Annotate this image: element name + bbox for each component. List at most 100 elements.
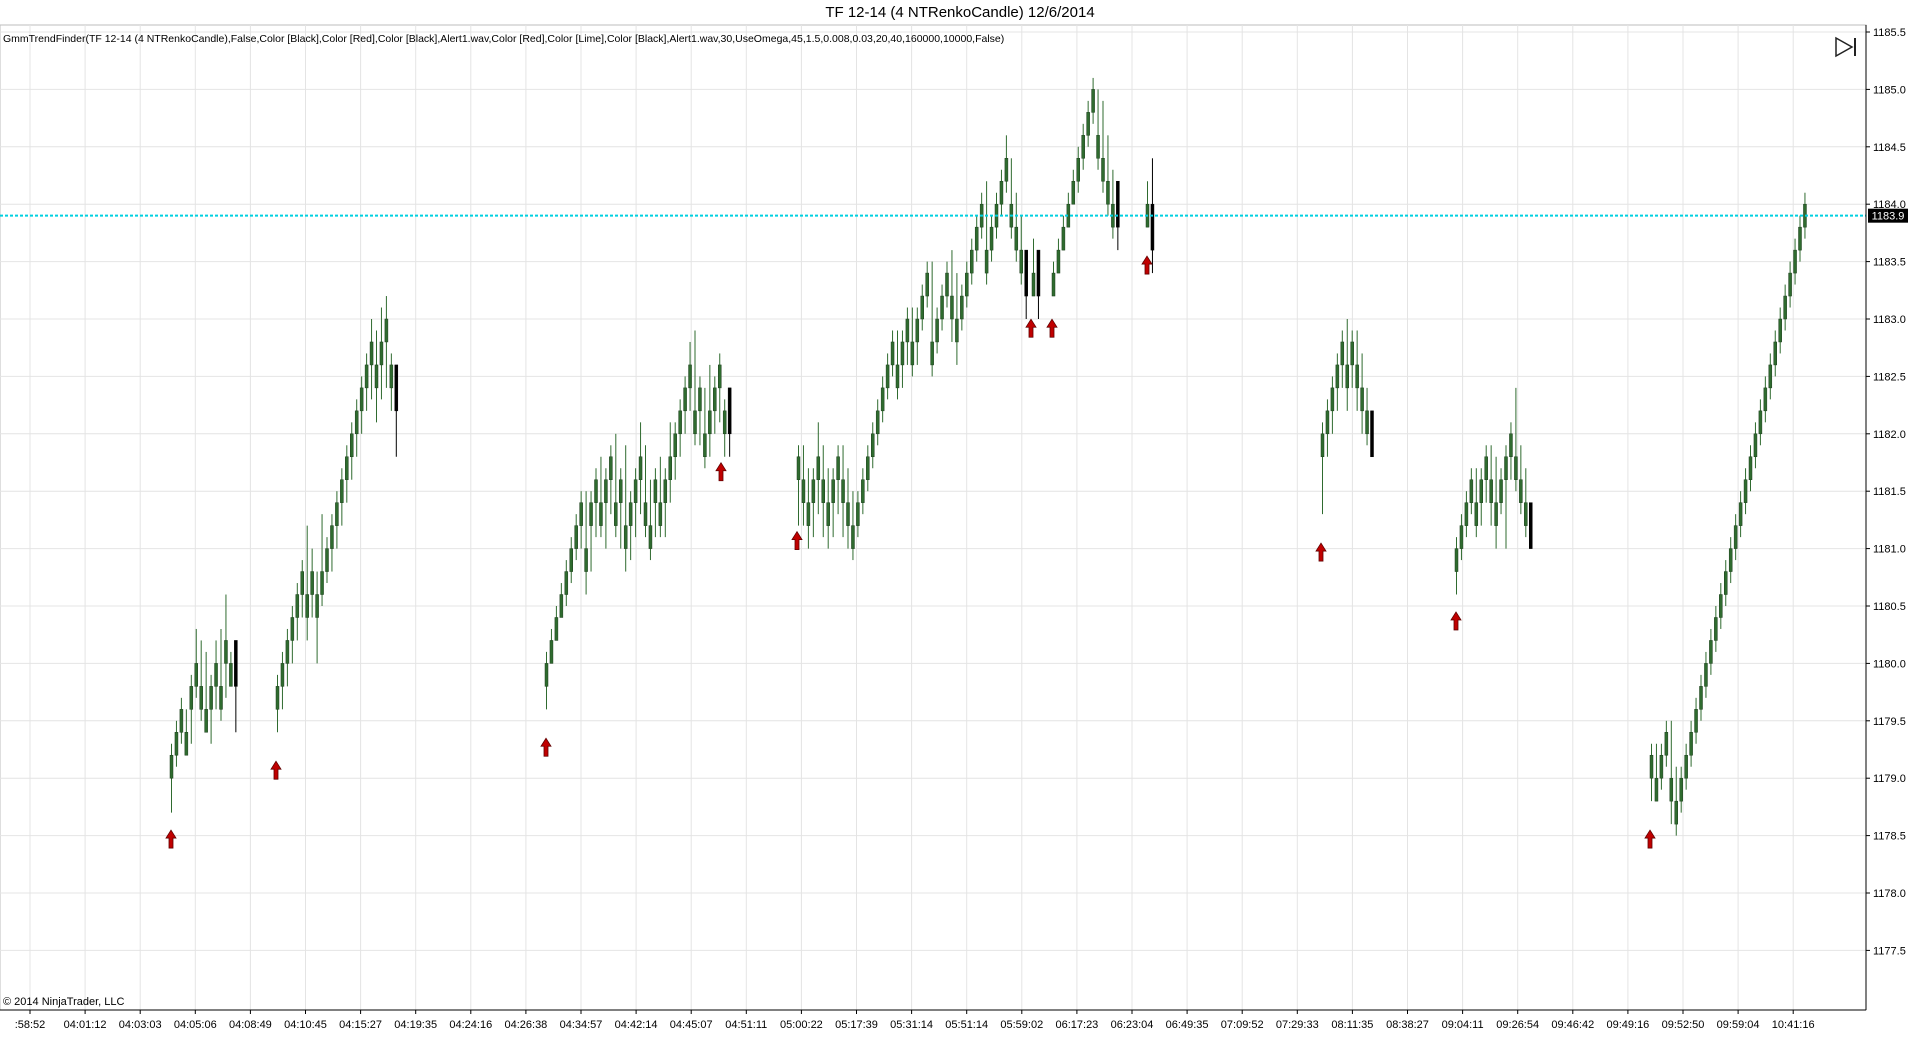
candle-body[interactable] — [1768, 364, 1773, 389]
candle-body[interactable] — [214, 663, 218, 687]
candle-body[interactable] — [320, 571, 324, 595]
candle-body[interactable] — [945, 272, 949, 297]
candle-body[interactable] — [300, 571, 304, 595]
candle-body[interactable] — [1738, 502, 1743, 526]
candle-body[interactable] — [285, 640, 290, 664]
candle-body[interactable] — [905, 318, 910, 343]
candle-body[interactable] — [1031, 272, 1036, 297]
candle-body[interactable] — [1365, 410, 1369, 435]
candle-body[interactable] — [1719, 594, 1723, 618]
candle-body[interactable] — [199, 686, 203, 710]
candle-body[interactable] — [1659, 754, 1664, 779]
candle-body[interactable] — [1798, 226, 1802, 251]
candle-body[interactable] — [234, 640, 238, 687]
candle-body[interactable] — [364, 364, 369, 389]
candle-body[interactable] — [189, 686, 194, 710]
candle-body[interactable] — [708, 410, 712, 435]
candle-body[interactable] — [885, 364, 890, 389]
candle-body[interactable] — [369, 341, 374, 366]
candle-body[interactable] — [727, 387, 732, 435]
candle-body[interactable] — [722, 410, 727, 435]
candle-body[interactable] — [280, 663, 285, 687]
candle-body[interactable] — [866, 456, 870, 480]
candle-body[interactable] — [604, 479, 608, 503]
candle-body[interactable] — [209, 686, 213, 710]
candle-body[interactable] — [673, 433, 677, 458]
candle-body[interactable] — [1014, 226, 1019, 251]
candle-body[interactable] — [384, 318, 389, 343]
candle-body[interactable] — [1101, 158, 1105, 182]
candle-body[interactable] — [290, 617, 295, 641]
candle-body[interactable] — [549, 640, 554, 664]
candle-body[interactable] — [1004, 158, 1009, 182]
candle-body[interactable] — [169, 754, 174, 779]
candle-body[interactable] — [1788, 272, 1792, 297]
candle-body[interactable] — [1504, 456, 1508, 480]
candle-body[interactable] — [1335, 364, 1340, 389]
candle-body[interactable] — [1474, 502, 1479, 526]
candle-body[interactable] — [1469, 479, 1474, 503]
candle-body[interactable] — [1024, 249, 1028, 297]
candle-body[interactable] — [594, 479, 598, 503]
candle-body[interactable] — [1330, 387, 1335, 412]
candle-body[interactable] — [950, 295, 954, 320]
candle-body[interactable] — [693, 410, 697, 435]
candle-body[interactable] — [875, 410, 880, 435]
candle-body[interactable] — [1699, 686, 1703, 710]
candle-body[interactable] — [1355, 364, 1359, 389]
candle-body[interactable] — [925, 272, 929, 297]
candle-body[interactable] — [1664, 732, 1669, 756]
candle-body[interactable] — [806, 502, 811, 526]
candle-body[interactable] — [1728, 548, 1733, 572]
candle-body[interactable] — [648, 525, 653, 549]
candle-body[interactable] — [836, 456, 840, 480]
candle-body[interactable] — [1649, 754, 1654, 779]
candle-body[interactable] — [856, 502, 860, 526]
candle-body[interactable] — [609, 456, 613, 480]
candle-body[interactable] — [350, 433, 354, 458]
candle-body[interactable] — [970, 249, 974, 274]
candle-body[interactable] — [1345, 364, 1349, 389]
candle-body[interactable] — [544, 663, 549, 687]
candle-body[interactable] — [663, 479, 668, 503]
candle-body[interactable] — [184, 732, 189, 756]
candle-body[interactable] — [194, 663, 198, 687]
candle-body[interactable] — [224, 640, 228, 664]
candle-body[interactable] — [1679, 777, 1683, 802]
candle-body[interactable] — [683, 387, 687, 412]
candle-body[interactable] — [1519, 479, 1523, 503]
candle-body[interactable] — [229, 663, 233, 687]
candle-body[interactable] — [703, 433, 707, 458]
candle-body[interactable] — [1360, 387, 1364, 412]
candle-body[interactable] — [599, 502, 603, 526]
candle-body[interactable] — [1494, 502, 1498, 526]
candle-body[interactable] — [345, 456, 349, 480]
candle-body[interactable] — [880, 387, 885, 412]
price-axis[interactable]: 1177.5 1178.0 1178.5 1179.0 1179.5 1180.0 1180… — [1865, 25, 1906, 1010]
candle-body[interactable] — [1669, 777, 1674, 802]
candle-body[interactable] — [1509, 433, 1513, 458]
candle-body[interactable] — [1704, 663, 1708, 687]
candle-body[interactable] — [643, 502, 648, 526]
play-step-icon[interactable] — [1834, 36, 1858, 58]
candle-body[interactable] — [204, 709, 208, 733]
candle-body[interactable] — [861, 479, 865, 503]
candle-body[interactable] — [305, 594, 309, 618]
candle-body[interactable] — [1499, 479, 1503, 503]
candle-body[interactable] — [1340, 341, 1345, 366]
candle-body[interactable] — [1529, 502, 1533, 549]
candle-body[interactable] — [831, 479, 835, 503]
candle-body[interactable] — [713, 387, 717, 412]
candle-body[interactable] — [1106, 180, 1110, 205]
candle-body[interactable] — [179, 709, 184, 733]
candle-body[interactable] — [633, 479, 638, 503]
candle-body[interactable] — [811, 479, 816, 503]
candle-body[interactable] — [940, 295, 944, 320]
candle-body[interactable] — [579, 502, 583, 526]
candle-body[interactable] — [1464, 502, 1469, 526]
candle-body[interactable] — [1086, 112, 1090, 136]
candle-body[interactable] — [890, 341, 895, 366]
candle-body[interactable] — [1056, 249, 1061, 274]
candle-body[interactable] — [394, 364, 399, 412]
candle-body[interactable] — [1091, 89, 1095, 113]
